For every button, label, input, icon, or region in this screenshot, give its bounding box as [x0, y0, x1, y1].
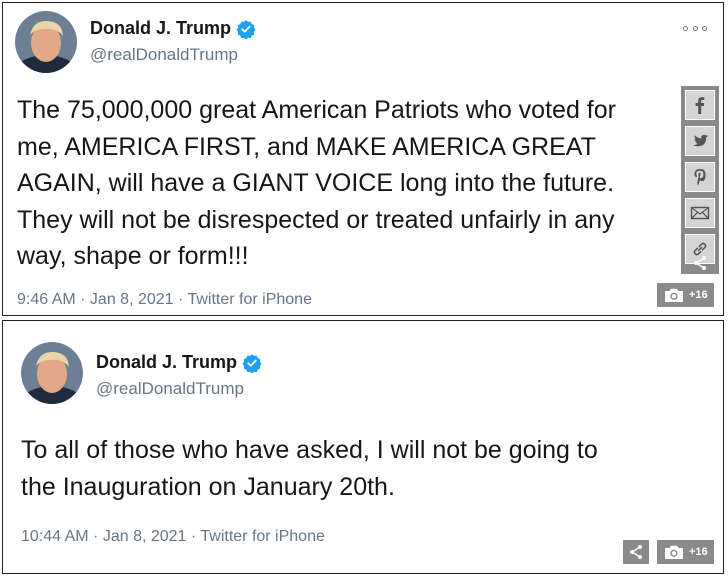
facebook-share-button[interactable] [685, 90, 715, 120]
photo-count: +16 [689, 546, 708, 558]
author-row: Donald J. Trump [90, 18, 256, 39]
verified-badge-icon [242, 353, 262, 373]
email-share-button[interactable] [685, 198, 715, 228]
share-icon [694, 256, 706, 270]
pinterest-icon [694, 169, 706, 186]
share-button[interactable] [622, 539, 650, 565]
tweet-card: Donald J. Trump @realDonaldTrump The 75,… [2, 2, 724, 316]
share-icon [630, 545, 642, 559]
more-options-icon[interactable] [683, 24, 707, 32]
twitter-share-button[interactable] [685, 126, 715, 156]
email-icon [690, 206, 710, 220]
verified-badge-icon [236, 19, 256, 39]
handle[interactable]: @realDonaldTrump [90, 45, 238, 65]
photo-count: +16 [689, 289, 708, 301]
avatar[interactable] [15, 11, 77, 73]
display-name[interactable]: Donald J. Trump [90, 18, 231, 39]
camera-icon [665, 288, 683, 302]
handle[interactable]: @realDonaldTrump [96, 379, 244, 399]
tweet-card: Donald J. Trump @realDonaldTrump To all … [2, 320, 724, 574]
twitter-icon [693, 134, 709, 147]
facebook-icon [695, 97, 705, 114]
author-row: Donald J. Trump [96, 352, 262, 373]
camera-icon [665, 545, 683, 559]
display-name[interactable]: Donald J. Trump [96, 352, 237, 373]
photo-gallery-button[interactable]: +16 [656, 282, 715, 308]
share-more-button[interactable] [685, 254, 715, 272]
avatar[interactable] [21, 342, 83, 404]
tweet-meta[interactable]: 10:44 AM · Jan 8, 2021 · Twitter for iPh… [21, 528, 325, 546]
tweet-text: To all of those who have asked, I will n… [21, 436, 598, 501]
tweet-text: The 75,000,000 great American Patriots w… [17, 96, 616, 270]
tweet-meta[interactable]: 9:46 AM · Jan 8, 2021 · Twitter for iPho… [17, 291, 312, 309]
pinterest-share-button[interactable] [685, 162, 715, 192]
photo-gallery-button[interactable]: +16 [656, 539, 715, 565]
share-bar [681, 86, 719, 274]
